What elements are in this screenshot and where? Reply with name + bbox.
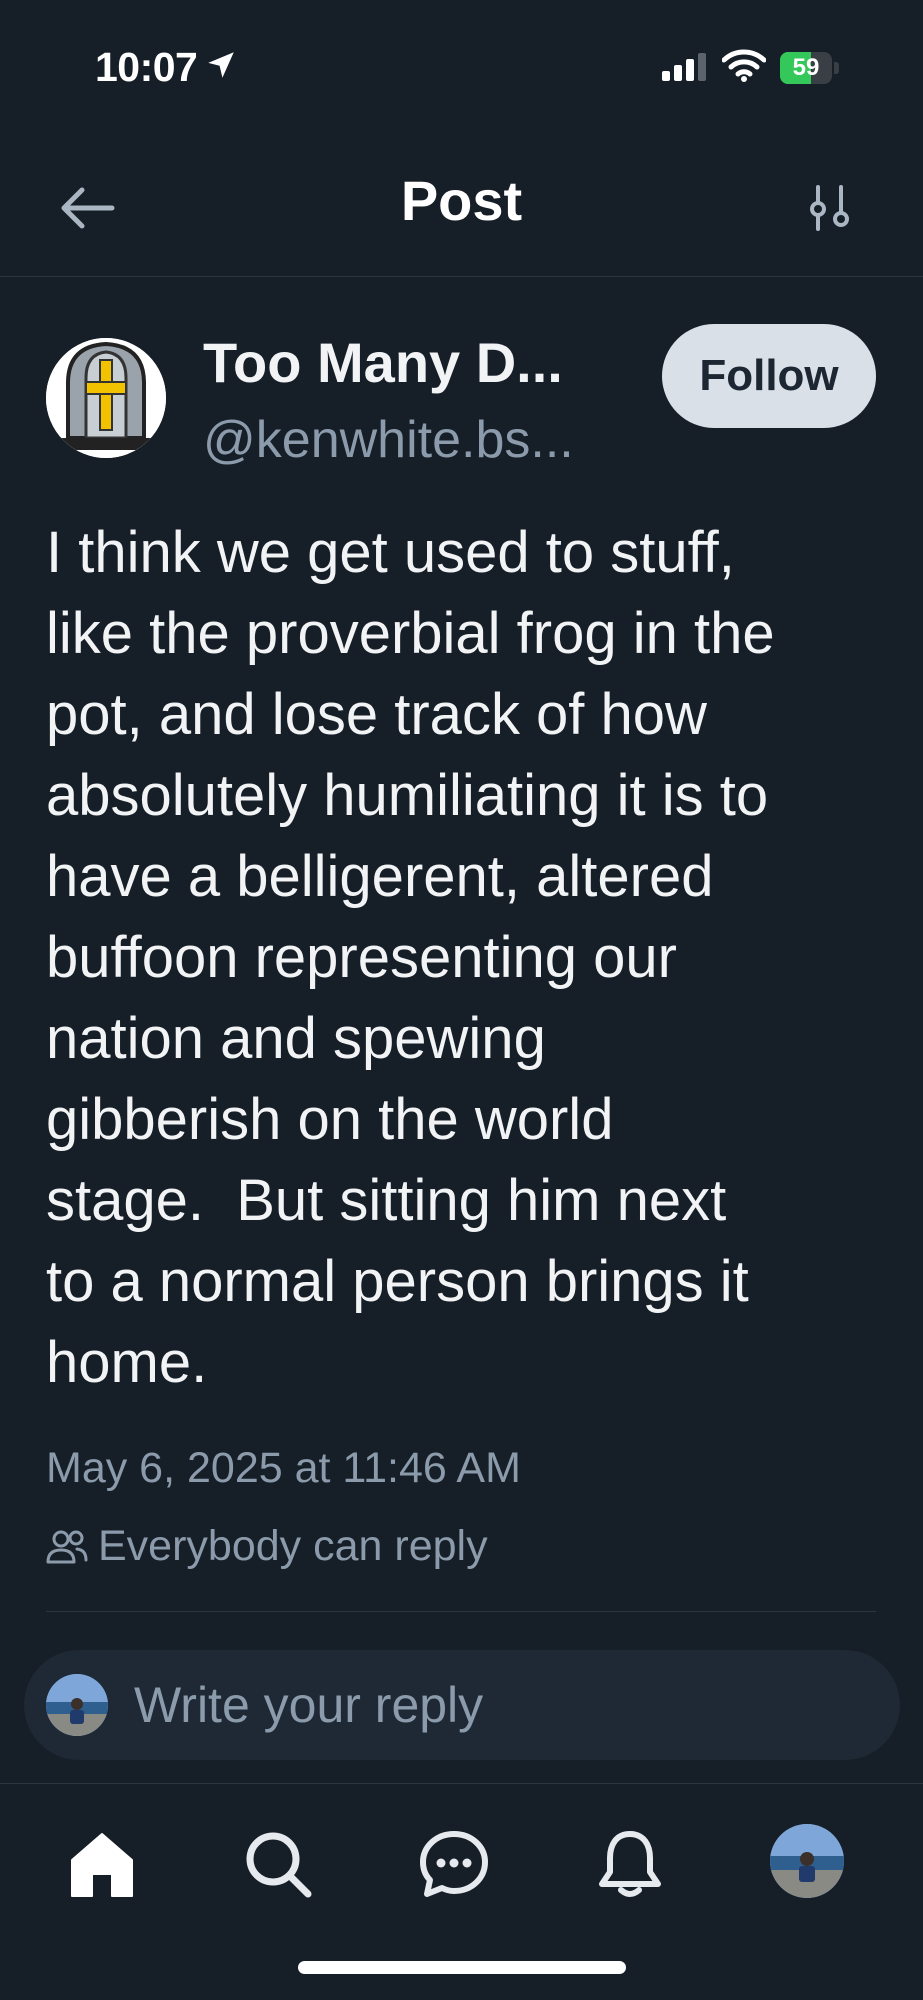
author-avatar[interactable]: [46, 338, 166, 458]
page-title: Post: [400, 169, 523, 232]
post-text-line: nation and spewing: [46, 1006, 546, 1071]
post-text-line: absolutely humiliating it is to: [46, 763, 769, 828]
user-avatar: [46, 1674, 108, 1736]
reply-composer[interactable]: Write your reply: [24, 1650, 900, 1760]
post-text-line: to a normal person brings it: [46, 1249, 749, 1314]
post-text-line: like the proverbial frog in the: [46, 601, 775, 666]
chat-icon: [420, 1831, 488, 1897]
reply-setting-label: Everybody can reply: [98, 1522, 488, 1570]
profile-avatar-image: [770, 1824, 844, 1898]
sliders-icon: [810, 185, 849, 231]
tab-search[interactable]: [238, 1824, 318, 1904]
post-text-line: buffoon representing our: [46, 925, 677, 990]
author-name[interactable]: Too Many D...: [203, 330, 563, 395]
user-avatar-image: [46, 1674, 108, 1736]
author-handle[interactable]: @kenwhite.bs...: [203, 410, 574, 470]
tab-chat[interactable]: [414, 1824, 494, 1904]
battery-indicator: 59: [780, 52, 840, 84]
battery-percent: 59: [792, 54, 820, 81]
post-text-line: stage. But sitting him next: [46, 1168, 727, 1233]
author-avatar-image: [46, 338, 166, 458]
tab-profile-avatar[interactable]: [770, 1824, 844, 1898]
tab-home[interactable]: [62, 1824, 142, 1904]
post-text: I think we get used to stuff, like the pr…: [46, 512, 886, 1403]
post-timestamp: May 6, 2025 at 11:46 AM: [46, 1444, 521, 1492]
status-time: 10:07: [95, 44, 198, 90]
post-text-line: gibberish on the world: [46, 1087, 614, 1152]
post-text-line: pot, and lose track of how: [46, 682, 707, 747]
tab-notifications[interactable]: [590, 1824, 670, 1904]
reply-setting[interactable]: Everybody can reply: [46, 1522, 488, 1571]
post-text-line: I think we get used to stuff,: [46, 520, 735, 585]
search-icon: [246, 1832, 312, 1898]
follow-button[interactable]: Follow: [662, 324, 876, 428]
people-icon: [46, 1530, 88, 1563]
location-arrow-icon: [208, 52, 234, 78]
header: Post: [0, 140, 923, 277]
post-text-line: have a belligerent, altered: [46, 844, 714, 909]
thread-settings-button[interactable]: [800, 178, 860, 238]
wifi-icon: [722, 49, 766, 82]
status-bar: 10:07 59: [0, 0, 923, 130]
reply-input[interactable]: Write your reply: [134, 1676, 483, 1734]
bell-icon: [599, 1831, 661, 1897]
home-indicator: [298, 1961, 626, 1974]
cellular-signal-icon: [662, 53, 706, 81]
post-text-line: home.: [46, 1330, 208, 1395]
home-icon: [71, 1833, 133, 1897]
divider: [46, 1611, 876, 1612]
